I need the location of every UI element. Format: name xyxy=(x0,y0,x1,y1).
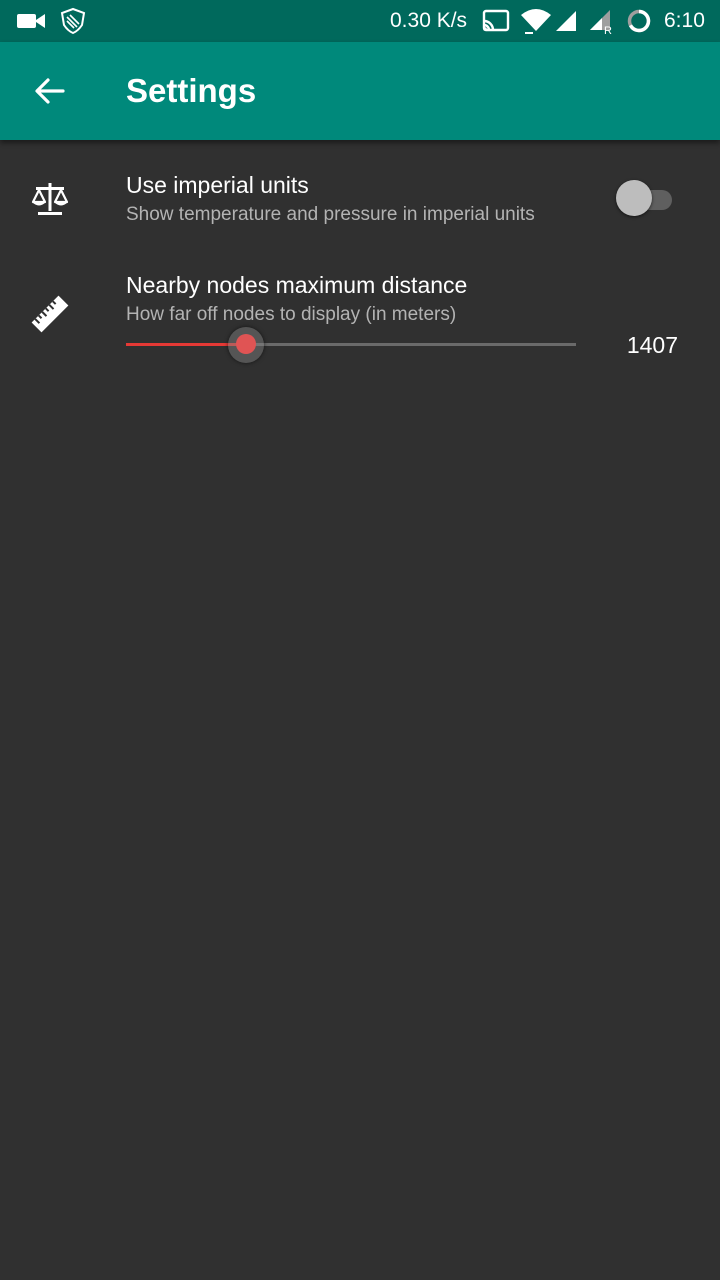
clock: 6:10 xyxy=(664,9,705,32)
nearby-nodes-title: Nearby nodes maximum distance xyxy=(126,272,468,298)
imperial-units-summary: Show temperature and pressure in imperia… xyxy=(126,204,535,225)
page-title: Settings xyxy=(126,72,257,109)
status-bar: 0.30 K/s R 6:10 xyxy=(0,0,720,42)
network-speed: 0.30 K/s xyxy=(390,9,468,32)
wifi-icon xyxy=(518,0,554,42)
app-bar: Settings xyxy=(0,42,720,140)
battery-ring-icon xyxy=(624,0,654,42)
back-button[interactable] xyxy=(22,63,78,119)
preference-imperial-units[interactable]: Use imperial units Show temperature and … xyxy=(0,140,720,242)
distance-slider[interactable] xyxy=(126,314,576,374)
imperial-units-title: Use imperial units xyxy=(126,172,309,198)
video-camera-icon xyxy=(14,0,48,42)
ruler-icon xyxy=(26,290,74,338)
shield-icon xyxy=(58,0,88,42)
arrow-back-icon xyxy=(35,78,65,104)
switch-thumb xyxy=(616,180,652,216)
signal-icon xyxy=(552,0,580,42)
slider-thumb[interactable] xyxy=(236,334,256,354)
distance-value: 1407 xyxy=(626,332,678,358)
imperial-units-switch[interactable] xyxy=(616,180,676,216)
cast-icon xyxy=(480,0,512,42)
scale-balance-icon xyxy=(26,175,74,223)
preference-nearby-nodes-distance: Nearby nodes maximum distance How far of… xyxy=(0,242,720,392)
